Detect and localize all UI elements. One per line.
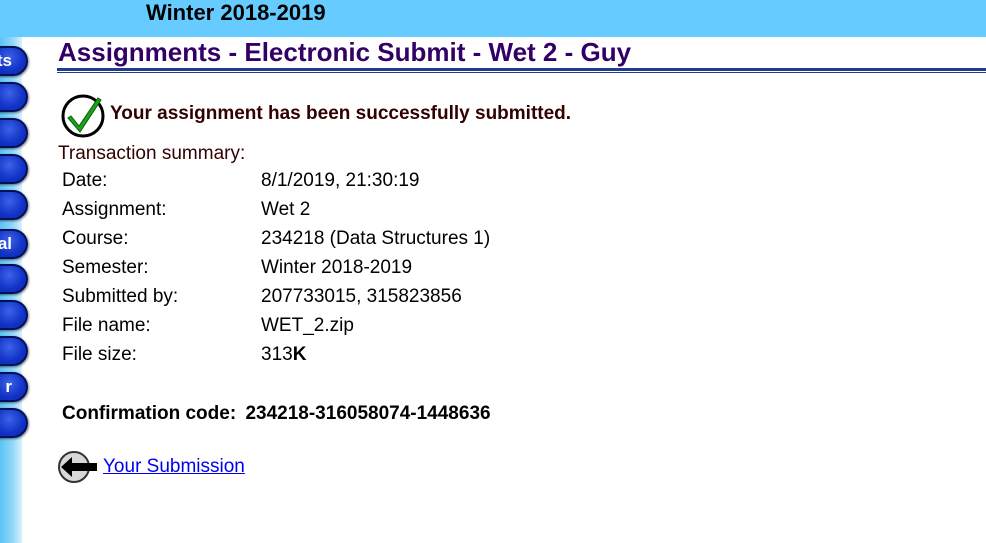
nav-button-label: r — [5, 377, 12, 396]
file-size-number: 313 — [261, 344, 293, 365]
row-value: Winter 2018-2019 — [261, 257, 413, 278]
semester-title: Winter 2018-2019 — [146, 0, 326, 25]
nav-button-9[interactable] — [0, 336, 28, 366]
row-key: Course: — [62, 228, 129, 249]
title-divider — [57, 68, 986, 71]
summary-label: Transaction summary: — [58, 143, 246, 164]
nav-button-3[interactable] — [0, 118, 28, 148]
confirmation-key: Confirmation code: — [62, 403, 237, 424]
nav-button-11[interactable] — [0, 408, 28, 438]
row-key: File name: — [62, 315, 151, 336]
nav-button-label: al — [0, 234, 12, 253]
row-value: 207733015, 315823856 — [261, 286, 462, 307]
row-key: Date: — [62, 170, 108, 191]
title-divider-thin — [57, 72, 986, 73]
confirmation-code: Confirmation code: 234218-316058074-1448… — [62, 403, 491, 425]
back-arrow-icon — [58, 451, 97, 483]
nav-button-2[interactable] — [0, 82, 28, 112]
nav-button-6[interactable]: al — [0, 229, 28, 259]
row-value: 313K — [261, 344, 306, 366]
top-banner: Winter 2018-2019 — [0, 0, 986, 37]
page-title: Assignments - Electronic Submit - Wet 2 … — [58, 37, 632, 67]
row-value: WET_2.zip — [261, 315, 354, 336]
nav-button-7[interactable] — [0, 264, 28, 294]
nav-button-8[interactable] — [0, 300, 28, 330]
row-key: Submitted by: — [62, 286, 179, 307]
success-check-icon — [61, 94, 105, 138]
your-submission-link[interactable]: Your Submission — [57, 450, 245, 484]
row-key: File size: — [62, 344, 137, 365]
your-submission-link-label[interactable]: Your Submission — [103, 456, 245, 478]
nav-button-10[interactable]: r — [0, 372, 28, 402]
row-value: 8/1/2019, 21:30:19 — [261, 170, 420, 191]
nav-button-1[interactable]: ts — [0, 46, 28, 76]
file-size-unit: K — [292, 344, 307, 365]
success-message: Your assignment has been successfully su… — [110, 103, 572, 124]
nav-button-label: ts — [0, 51, 12, 70]
row-value: Wet 2 — [261, 199, 311, 220]
nav-button-5[interactable] — [0, 190, 28, 220]
nav-button-4[interactable] — [0, 154, 28, 184]
row-key: Semester: — [62, 257, 149, 278]
confirmation-value: 234218-316058074-1448636 — [245, 403, 491, 424]
row-key: Assignment: — [62, 199, 167, 220]
row-value: 234218 (Data Structures 1) — [261, 228, 491, 249]
